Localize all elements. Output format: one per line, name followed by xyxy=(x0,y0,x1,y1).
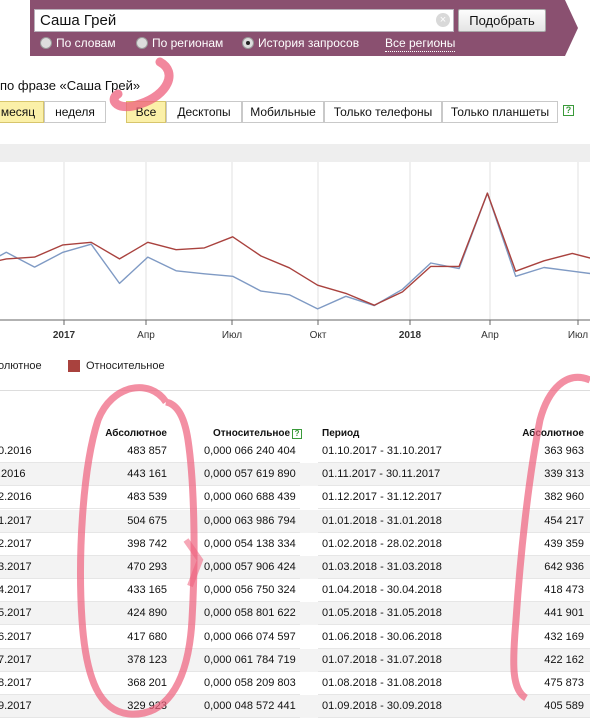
relative-cell: 0,000 058 209 803 xyxy=(204,677,296,689)
date-cell: 0.2016 xyxy=(0,445,32,457)
absolute-cell: 378 123 xyxy=(127,653,167,666)
column-header-period: Период xyxy=(322,428,360,439)
absolute-cell: 432 169 xyxy=(544,630,584,643)
relative-cell: 0,000 058 801 622 xyxy=(204,607,296,620)
absolute-cell: 424 890 xyxy=(127,607,167,620)
period-cell: 01.10.2017 - 31.10.2017 xyxy=(322,445,442,457)
x-tick-label: Июл xyxy=(568,330,588,341)
date-cell: 5.2017 xyxy=(0,607,32,620)
date-cell: .2016 xyxy=(0,468,26,481)
relative-cell: 0,000 061 784 719 xyxy=(204,653,296,666)
period-cell: 01.09.2018 - 30.09.2018 xyxy=(322,700,442,713)
absolute-cell: 483 857 xyxy=(127,445,167,457)
table-row: 2.2016 483 539 0,000 060 688 439 01.12.2017… xyxy=(0,486,590,510)
legend-absolute-label: олютное xyxy=(0,360,42,372)
table-row: 4.2017 433 165 0,000 056 750 324 01.04.2018… xyxy=(0,579,590,603)
relative-cell: 0,000 056 750 324 xyxy=(204,584,296,597)
absolute-cell: 504 675 xyxy=(127,514,167,527)
column-header-relative-label: Относительное xyxy=(213,428,291,439)
date-cell: 6.2017 xyxy=(0,630,32,643)
relative-cell: 0,000 054 138 334 xyxy=(204,537,296,550)
x-tick-label: Июл xyxy=(222,330,242,341)
table-row: 1.2017 504 675 0,000 063 986 794 01.01.2018… xyxy=(0,509,590,533)
x-tick-label: Апр xyxy=(137,330,155,341)
period-cell: 01.05.2018 - 31.05.2018 xyxy=(322,607,442,620)
relative-cell: 0,000 066 240 404 xyxy=(204,445,296,457)
series-relative-line xyxy=(0,192,590,306)
help-icon[interactable]: ? xyxy=(292,429,303,439)
period-cell: 01.12.2017 - 31.12.2017 xyxy=(322,491,442,504)
absolute-cell: 418 473 xyxy=(544,584,584,597)
absolute-cell: 382 960 xyxy=(544,491,584,504)
absolute-cell: 475 873 xyxy=(544,677,584,689)
legend-relative-label: Относительное xyxy=(86,360,165,372)
column-header-absolute-right: Абсолютное xyxy=(522,428,584,439)
period-cell: 01.07.2018 - 31.07.2018 xyxy=(322,653,442,666)
table-row: 3.2017 470 293 0,000 057 906 424 01.03.2018… xyxy=(0,556,590,579)
absolute-cell: 443 161 xyxy=(127,468,167,481)
relative-cell: 0,000 057 619 890 xyxy=(204,468,296,481)
date-cell: 7.2017 xyxy=(0,653,32,666)
date-cell: 2.2016 xyxy=(0,491,32,504)
period-cell: 01.04.2018 - 30.04.2018 xyxy=(322,584,442,597)
row-divider xyxy=(0,717,300,719)
date-cell: 3.2017 xyxy=(0,561,32,573)
absolute-cell: 398 742 xyxy=(127,537,167,550)
legend-relative-swatch xyxy=(68,360,80,372)
absolute-cell: 433 165 xyxy=(127,584,167,597)
absolute-cell: 441 901 xyxy=(544,607,584,620)
date-cell: 2.2017 xyxy=(0,537,32,550)
column-header-absolute: Абсолютное xyxy=(105,428,167,439)
table-row: 0.2016 483 857 0,000 066 240 404 01.10.2017… xyxy=(0,440,590,463)
table-divider xyxy=(0,390,590,391)
table-row: 9.2017 329 923 0,000 048 572 441 01.09.2018… xyxy=(0,695,590,719)
table-row: 5.2017 424 890 0,000 058 801 622 01.05.2018… xyxy=(0,602,590,626)
table-row: 7.2017 378 123 0,000 061 784 719 01.07.2018… xyxy=(0,648,590,672)
table-row: 6.2017 417 680 0,000 066 074 597 01.06.2018… xyxy=(0,626,590,649)
absolute-cell: 368 201 xyxy=(127,677,167,689)
x-tick-label: Окт xyxy=(310,330,327,341)
period-cell: 01.08.2018 - 31.08.2018 xyxy=(322,677,442,689)
period-cell: 01.03.2018 - 31.03.2018 xyxy=(322,561,442,573)
series-absolute-line xyxy=(0,192,590,310)
date-cell: 1.2017 xyxy=(0,514,32,527)
table-row: 8.2017 368 201 0,000 058 209 803 01.08.2018… xyxy=(0,672,590,695)
relative-cell: 0,000 057 906 424 xyxy=(204,561,296,573)
absolute-cell: 363 963 xyxy=(544,445,584,457)
absolute-cell: 642 936 xyxy=(544,561,584,573)
absolute-cell: 339 313 xyxy=(544,468,584,481)
x-tick-label: 2017 xyxy=(53,330,76,341)
absolute-cell: 483 539 xyxy=(127,491,167,504)
period-cell: 01.11.2017 - 30.11.2017 xyxy=(322,468,441,481)
period-cell: 01.02.2018 - 28.02.2018 xyxy=(322,537,442,550)
absolute-cell: 417 680 xyxy=(127,630,167,643)
date-cell: 9.2017 xyxy=(0,700,32,713)
absolute-cell: 329 923 xyxy=(127,700,167,713)
relative-cell: 0,000 060 688 439 xyxy=(204,491,296,504)
date-cell: 4.2017 xyxy=(0,584,32,597)
relative-cell: 0,000 063 986 794 xyxy=(204,514,296,527)
period-cell: 01.06.2018 - 30.06.2018 xyxy=(322,630,442,643)
column-header-relative: Относительное? xyxy=(213,428,303,439)
absolute-cell: 439 359 xyxy=(544,537,584,550)
relative-cell: 0,000 066 074 597 xyxy=(204,630,296,643)
absolute-cell: 405 589 xyxy=(544,700,584,713)
x-tick-label: 2018 xyxy=(399,330,422,341)
row-divider xyxy=(318,717,590,719)
period-cell: 01.01.2018 - 31.01.2018 xyxy=(322,514,442,527)
relative-cell: 0,000 048 572 441 xyxy=(204,700,296,713)
x-tick-label: Апр xyxy=(481,330,499,341)
date-cell: 8.2017 xyxy=(0,677,32,689)
absolute-cell: 422 162 xyxy=(544,653,584,666)
history-chart: 2017 Апр Июл Окт 2018 Апр Июл xyxy=(0,162,590,341)
absolute-cell: 470 293 xyxy=(127,561,167,573)
absolute-cell: 454 217 xyxy=(544,514,584,527)
table-row: 2.2017 398 742 0,000 054 138 334 01.02.2018… xyxy=(0,533,590,556)
table-row: .2016 443 161 0,000 057 619 890 01.11.2017 … xyxy=(0,463,590,487)
